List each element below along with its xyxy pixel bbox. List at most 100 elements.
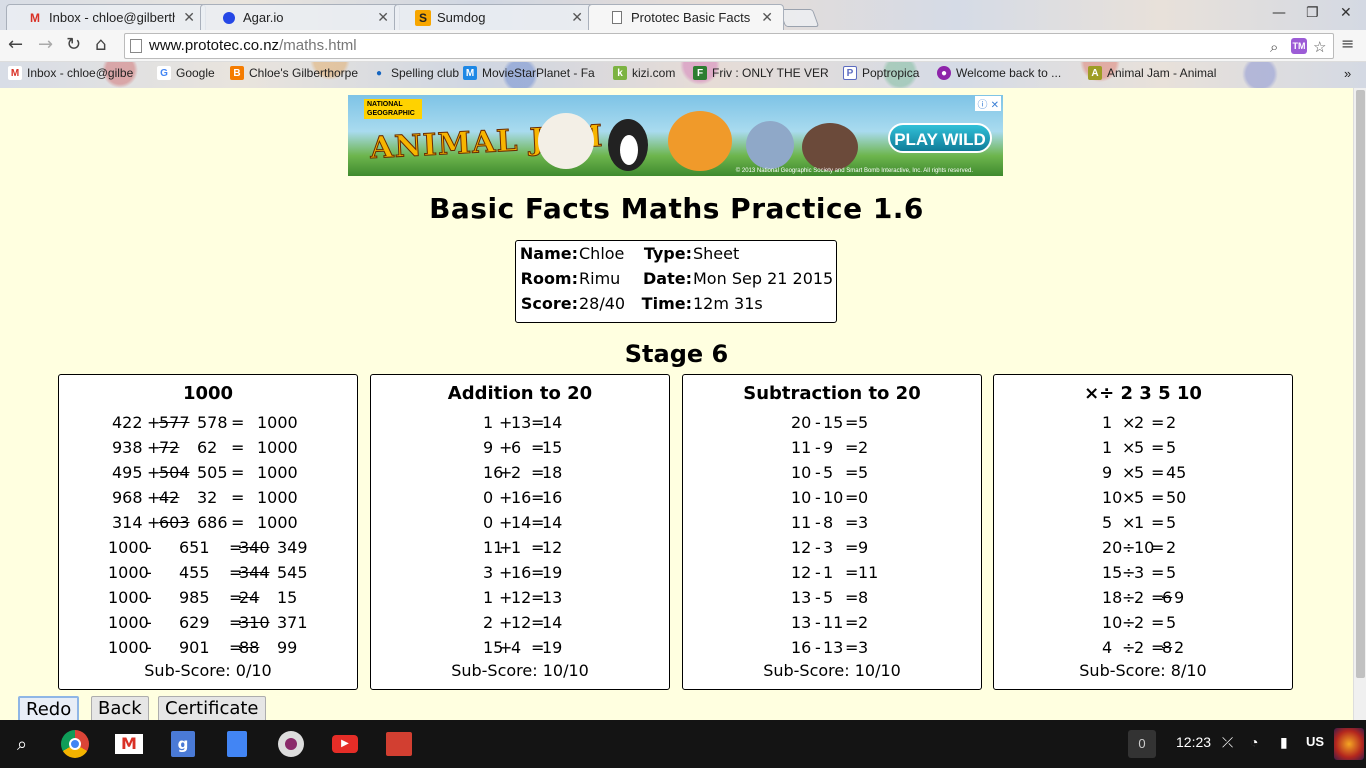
keyboard-locale[interactable]: US [1306, 734, 1324, 749]
reload-icon[interactable]: ↻ [66, 34, 81, 55]
certificate-button[interactable]: Certificate [158, 696, 266, 722]
home-icon[interactable]: ⌂ [95, 34, 106, 55]
search-icon[interactable]: ⌕ [6, 728, 38, 760]
bookmark-welcome[interactable]: ● Welcome back to ... [937, 66, 1061, 80]
close-icon[interactable]: ✕ [183, 9, 195, 26]
tab-gmail[interactable]: M Inbox - chloe@gilberthor ✕ [6, 4, 206, 30]
tab-agario[interactable]: Agar.io ✕ [200, 4, 400, 30]
avatar[interactable] [1334, 728, 1364, 760]
answer: 15 [542, 438, 563, 457]
problem-term: 1000 [108, 538, 149, 557]
answer: 11 [858, 563, 879, 582]
score-label: Score: [520, 294, 578, 313]
bookmark-spelling[interactable]: ● Spelling club [372, 66, 459, 80]
google-icon: G [157, 66, 171, 80]
answer: 3 [858, 638, 869, 657]
problem-row: 314 +603 686 = 1000 [59, 510, 357, 535]
answer: 0 [858, 488, 869, 507]
close-icon[interactable]: ✕ [377, 9, 389, 26]
search-icon[interactable]: ⌕ [1270, 36, 1278, 60]
chevron-right-icon[interactable]: » [1344, 66, 1351, 81]
answer: 5 [1166, 563, 1177, 582]
sumdog-icon: S [415, 9, 431, 26]
bookmark-kizi[interactable]: k kizi.com [613, 66, 675, 80]
problem-term: 16 [791, 638, 812, 657]
extension-icon[interactable]: TM [1291, 38, 1307, 54]
advertisement-banner[interactable]: NATIONAL GEOGRAPHIC ANIMAL JAM PLAY WILD… [348, 95, 1003, 176]
vertical-scrollbar[interactable] [1353, 88, 1366, 720]
problem-row: 12-3 = 9 [683, 535, 981, 560]
problem-term: 3 [483, 563, 494, 582]
problem-term: 9 [1102, 463, 1113, 482]
address-bar[interactable]: www.prototec.co.nz/maths.html ⌕ TM ☆ [124, 33, 1334, 59]
docs-icon[interactable] [221, 728, 253, 760]
problem-row: 1000-455 = 344 545 [59, 560, 357, 585]
play-wild-button[interactable]: PLAY WILD [888, 123, 992, 153]
scrollbar-thumb[interactable] [1356, 90, 1365, 678]
close-icon[interactable]: ✕ [761, 9, 773, 26]
bookmark-gmail[interactable]: M Inbox - chloe@gilbe [8, 66, 133, 80]
sub-score: Sub-Score: 10/10 [451, 661, 589, 680]
problem-term: 10 [823, 488, 844, 507]
minimize-icon[interactable]: — [1272, 5, 1286, 21]
problem-term: - [146, 613, 152, 632]
agario-icon [221, 10, 237, 26]
problem-term: 13 [791, 613, 812, 632]
close-icon[interactable]: ✕ [571, 9, 583, 26]
incorrect-answer: 340 [239, 538, 270, 557]
answer: 2 [1174, 638, 1185, 657]
restore-icon[interactable]: ❐ [1306, 5, 1319, 21]
problem-term: 5 [1134, 488, 1145, 507]
answer: 45 [1166, 463, 1187, 482]
bookmark-blogger[interactable]: B Chloe's Gilberthorpe [230, 66, 358, 80]
problem-term: 1000 [257, 463, 298, 482]
problem-term: 13 [511, 413, 532, 432]
ad-choices-icon[interactable]: ⓘ ✕ [975, 96, 1001, 111]
problem-term: = [845, 463, 859, 482]
redo-button[interactable]: Redo [18, 696, 80, 722]
problem-term: 4 [511, 638, 522, 657]
star-icon[interactable]: ☆ [1313, 36, 1326, 60]
problem-row: 15 ÷ 3 = 5 [994, 560, 1292, 585]
answer: 32 [197, 488, 218, 507]
problem-term: 10 [791, 488, 812, 507]
problem-term: 0 [483, 488, 494, 507]
problem-row: 20 ÷ 10 = 2 [994, 535, 1292, 560]
answer: 5 [858, 413, 869, 432]
gmail-icon[interactable]: M [113, 728, 145, 760]
stage-heading: Stage 6 [624, 340, 729, 368]
chrome-icon[interactable] [59, 728, 91, 760]
bookmark-moviestarplanet[interactable]: M MovieStarPlanet - Fa [463, 66, 595, 80]
problem-term: 1 [1102, 438, 1113, 457]
clock[interactable]: 12:23 [1176, 734, 1211, 750]
natgeo-logo: NATIONAL GEOGRAPHIC [364, 99, 422, 119]
menu-icon[interactable]: ≡ [1341, 34, 1354, 53]
incorrect-answer: 603 [159, 513, 190, 532]
photos-icon[interactable] [383, 728, 415, 760]
problem-row: 15 +4 = 19 [371, 635, 669, 660]
problem-term: 2 [1134, 588, 1145, 607]
notification-count[interactable]: 0 [1128, 730, 1156, 758]
back-button[interactable]: Back [91, 696, 149, 722]
camera-icon[interactable] [275, 728, 307, 760]
kizi-icon: k [613, 66, 627, 80]
bookmark-google[interactable]: G Google [157, 66, 215, 80]
forward-arrow-icon[interactable]: → [38, 34, 53, 55]
close-window-icon[interactable]: ✕ [1340, 5, 1352, 21]
problem-term: - [146, 563, 152, 582]
tab-prototec[interactable]: Prototec Basic Facts Ma ✕ [588, 4, 784, 30]
tab-sumdog[interactable]: S Sumdog ✕ [394, 4, 594, 30]
youtube-icon[interactable]: ▶ [329, 728, 361, 760]
bookmark-friv[interactable]: F Friv : ONLY THE VER [693, 66, 829, 80]
answer: 545 [277, 563, 308, 582]
problem-term: - [146, 638, 152, 657]
bookmark-animaljam[interactable]: A Animal Jam - Animal [1088, 66, 1216, 80]
problem-term: 15 [823, 413, 844, 432]
bookmark-poptropica[interactable]: P Poptropica [843, 66, 919, 80]
problem-row: 13-11 = 2 [683, 610, 981, 635]
google-plus-icon[interactable]: g [167, 728, 199, 760]
student-info-box: Name: Chloe Type: Sheet Room: Rimu Date:… [515, 240, 837, 323]
new-tab-button[interactable] [778, 9, 820, 27]
back-arrow-icon[interactable]: ← [8, 34, 23, 55]
incorrect-answer: 88 [239, 638, 260, 657]
